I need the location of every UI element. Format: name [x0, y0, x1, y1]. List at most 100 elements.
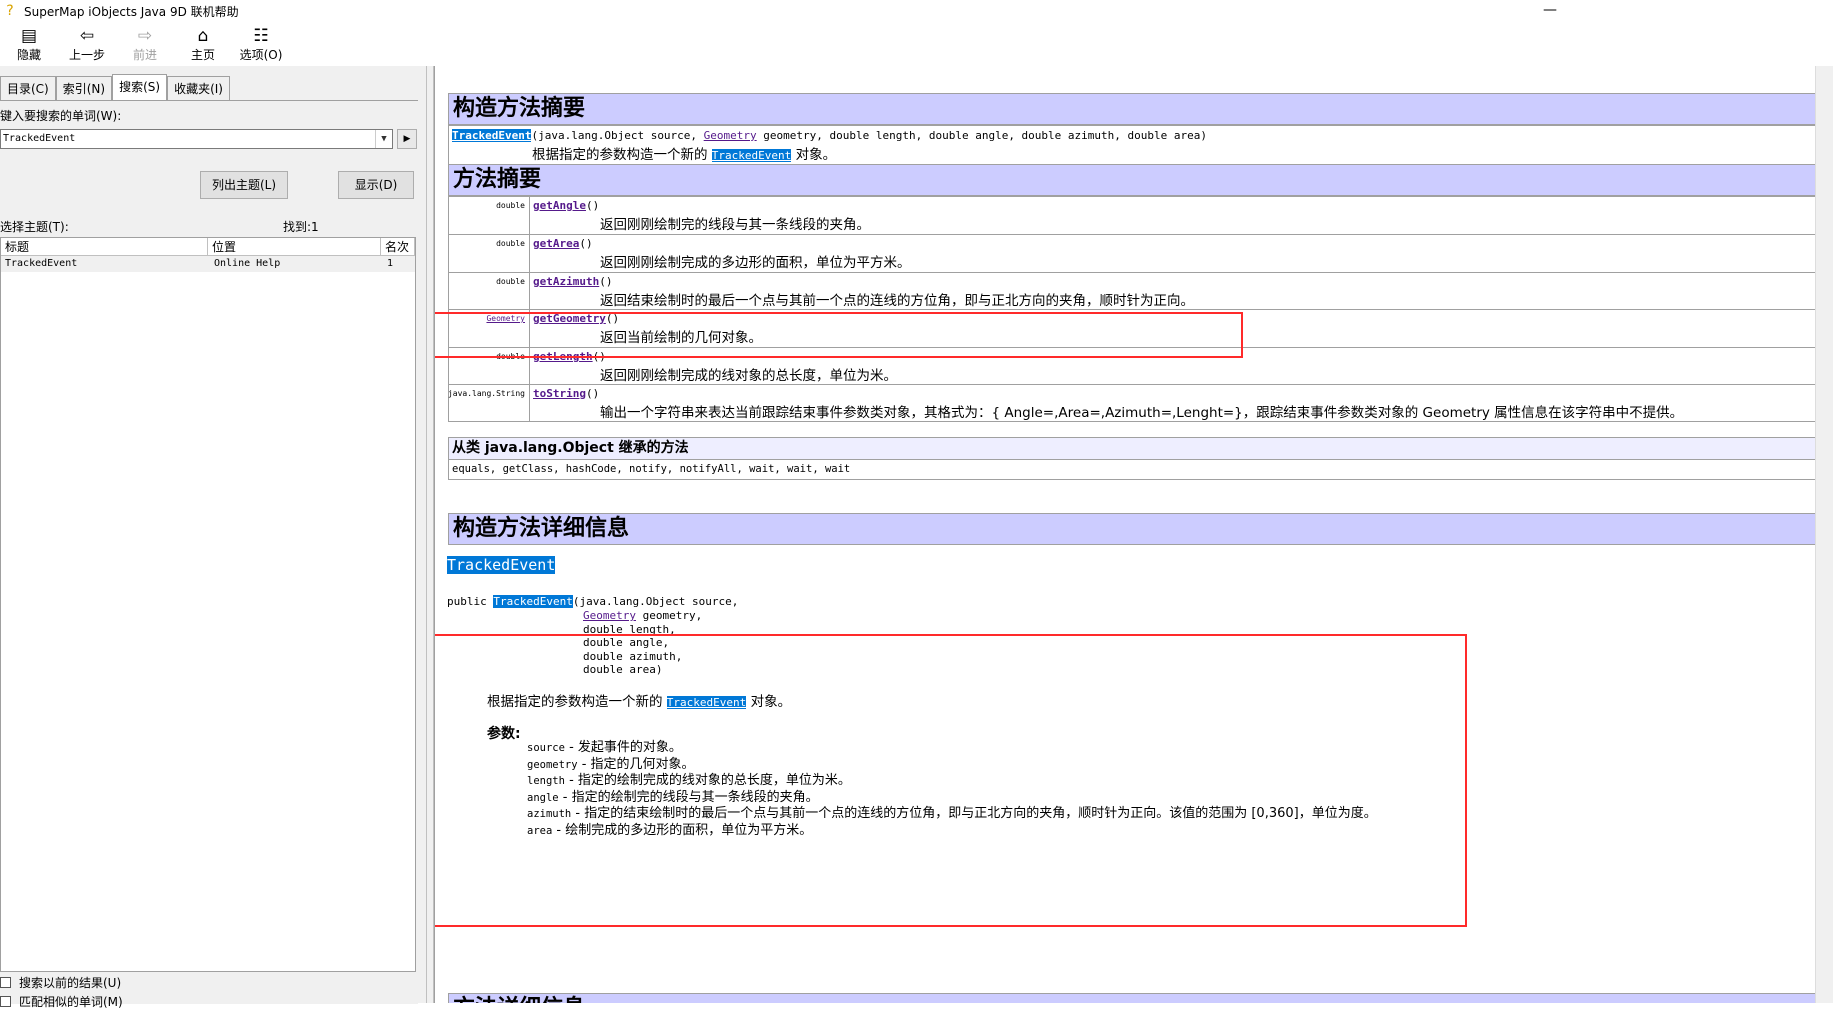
hide-pane-icon: ▤ — [20, 25, 38, 46]
title-bar: ? SuperMap iObjects Java 9D 联机帮助 — — [0, 0, 1833, 22]
method-params: () — [585, 199, 600, 212]
desc-text: 对象。 — [791, 147, 837, 163]
add-keyword-button[interactable]: ▶ — [397, 129, 417, 149]
constructor-link[interactable]: TrackedEvent — [452, 129, 532, 142]
back-button[interactable]: ⇦ 上一步 — [58, 22, 116, 66]
annotation-box-getazimuth — [435, 312, 1243, 358]
forward-label: 前进 — [132, 47, 157, 62]
constructor-detail-signature: public TrackedEvent(java.lang.Object sou… — [447, 595, 738, 608]
inherited-methods-heading: 从类 java.lang.Object 继承的方法 — [448, 437, 1833, 460]
method-link-tostring[interactable]: toString — [533, 387, 586, 400]
method-description: 返回结束绘制时的最后一个点与其前一个点的连线的方位角，即与正北方向的夹角，顺时针… — [600, 293, 1194, 309]
sig-part: geometry, — [635, 609, 703, 622]
method-params: () — [579, 237, 593, 250]
sig-part: geometry, double length, double angle, d… — [756, 129, 1207, 142]
dropdown-arrow-icon[interactable]: ▼ — [375, 130, 392, 148]
checkbox-box — [0, 996, 11, 1007]
search-input[interactable]: TrackedEvent ▼ — [0, 129, 393, 149]
forward-arrow-icon: ⇨ — [137, 25, 153, 46]
method-params: () — [599, 275, 613, 288]
sig-name: TrackedEvent — [493, 595, 573, 608]
return-type: double — [496, 239, 525, 248]
method-link-getangle[interactable]: getAngle — [533, 199, 586, 212]
forward-button[interactable]: ⇨ 前进 — [116, 22, 174, 66]
constructor-detail-name: TrackedEvent — [447, 556, 556, 574]
toolbar: ▤ 隐藏 ⇦ 上一步 ⇨ 前进 ⌂ 主页 ☷ 选项(O) — [0, 22, 1833, 67]
return-type-cell: double — [449, 273, 530, 310]
trackedevent-link[interactable]: TrackedEvent — [711, 149, 792, 162]
home-label: 主页 — [190, 47, 215, 62]
column-title[interactable]: 标题 — [1, 238, 208, 256]
constructor-detail-heading: 构造方法详细信息 — [448, 513, 1833, 545]
help-app-icon: ? — [6, 3, 14, 19]
select-topic-label: 选择主题(T): — [0, 220, 69, 234]
help-content-pane[interactable]: 构造方法摘要 TrackedEvent(java.lang.Object sou… — [434, 66, 1833, 1003]
list-topics-button[interactable]: 列出主题(L) — [200, 171, 288, 199]
tab-search[interactable]: 搜索(S) — [112, 74, 168, 101]
checkbox-box — [0, 977, 11, 988]
geometry-type-link[interactable]: Geometry — [704, 129, 757, 142]
search-previous-checkbox[interactable]: 搜索以前的结果(U) — [0, 974, 121, 991]
window-title: SuperMap iObjects Java 9D 联机帮助 — [24, 4, 239, 19]
content-scrollbar[interactable] — [1815, 66, 1833, 1003]
result-rank: 1 — [387, 258, 394, 269]
play-arrow-icon: ▶ — [403, 134, 411, 144]
search-previous-label: 搜索以前的结果(U) — [19, 976, 122, 990]
method-summary-heading: 方法摘要 — [448, 164, 1833, 196]
sig-part: public — [447, 595, 494, 608]
options-button[interactable]: ☷ 选项(O) — [232, 22, 290, 66]
hide-button[interactable]: ▤ 隐藏 — [0, 22, 58, 66]
table-row[interactable]: TrackedEvent Online Help 1 — [1, 256, 415, 272]
constructor-description: 根据指定的参数构造一个新的 TrackedEvent 对象。 — [532, 143, 836, 163]
tab-favorites[interactable]: 收藏夹(I) — [167, 76, 230, 101]
sig-part: (java.lang.Object source, — [572, 595, 739, 608]
tab-contents[interactable]: 目录(C) — [0, 76, 56, 101]
constructor-summary-heading: 构造方法摘要 — [448, 93, 1833, 125]
match-similar-checkbox[interactable]: 匹配相似的单词(M) — [0, 993, 123, 1010]
return-type: double — [496, 277, 525, 286]
minimize-button[interactable]: — — [1535, 2, 1565, 20]
method-description: 返回刚刚绘制完成的多边形的面积，单位为平方米。 — [600, 255, 911, 271]
search-query-text: TrackedEvent — [3, 133, 76, 144]
match-similar-label: 匹配相似的单词(M) — [19, 995, 123, 1009]
pane-splitter[interactable] — [426, 66, 434, 1003]
options-icon: ☷ — [253, 25, 269, 46]
method-link-getazimuth[interactable]: getAzimuth — [533, 275, 599, 288]
return-type-cell: double — [449, 197, 530, 235]
display-button[interactable]: 显示(D) — [338, 171, 414, 199]
table-row: getArea() 返回刚刚绘制完成的多边形的面积，单位为平方米。 — [530, 235, 1833, 273]
home-button[interactable]: ⌂ 主页 — [174, 22, 232, 66]
return-type-cell: java.lang.String — [447, 385, 530, 421]
nav-tabs: 目录(C) 索引(N) 搜索(S) 收藏夹(I) — [0, 74, 230, 101]
method-description: 返回刚刚绘制完成的线对象的总长度，单位为米。 — [600, 368, 897, 384]
options-label: 选项(O) — [239, 47, 283, 62]
constructor-detail-anchor: TrackedEvent — [447, 556, 556, 574]
found-count: 找到:1 — [283, 220, 319, 234]
column-location[interactable]: 位置 — [208, 238, 381, 256]
constructor-signature: TrackedEvent(java.lang.Object source, Ge… — [452, 129, 1207, 142]
navigation-pane: 目录(C) 索引(N) 搜索(S) 收藏夹(I) 键入要搜索的单词(W): Tr… — [0, 66, 426, 1009]
geometry-type-link[interactable]: Geometry — [583, 609, 636, 622]
method-description: 返回刚刚绘制完的线段与其一条线段的夹角。 — [600, 217, 870, 233]
method-summary-table: double getAngle() 返回刚刚绘制完的线段与其一条线段的夹角。 d… — [448, 196, 1833, 422]
home-icon: ⌂ — [197, 25, 209, 46]
table-row: toString() 输出一个字符串来表达当前跟踪结束事件参数类对象，其格式为：… — [530, 385, 1833, 421]
desc-text: 根据指定的参数构造一个新的 — [532, 147, 712, 163]
hide-label: 隐藏 — [16, 47, 41, 62]
table-row: getAzimuth() 返回结束绘制时的最后一个点与其前一个点的连线的方位角，… — [530, 273, 1833, 310]
result-location: Online Help — [214, 258, 281, 269]
return-type-cell: double — [449, 235, 530, 273]
method-link-getarea[interactable]: getArea — [533, 237, 579, 250]
column-rank[interactable]: 名次 — [381, 238, 415, 256]
method-description: 输出一个字符串来表达当前跟踪结束事件参数类对象，其格式为：{ Angle=,Ar… — [600, 405, 1684, 421]
results-list[interactable]: 标题 位置 名次 TrackedEvent Online Help 1 — [0, 237, 416, 972]
back-label: 上一步 — [68, 47, 105, 62]
return-type: java.lang.String — [447, 389, 525, 398]
method-detail-heading: 方法详细信息 — [448, 993, 1833, 1003]
tab-index[interactable]: 索引(N) — [55, 76, 113, 101]
table-row: getAngle() 返回刚刚绘制完的线段与其一条线段的夹角。 — [530, 197, 1833, 235]
return-type: double — [496, 201, 525, 210]
back-arrow-icon: ⇦ — [79, 25, 95, 46]
method-params: () — [585, 387, 600, 400]
inherited-methods-list[interactable]: equals, getClass, hashCode, notify, noti… — [448, 460, 1833, 480]
